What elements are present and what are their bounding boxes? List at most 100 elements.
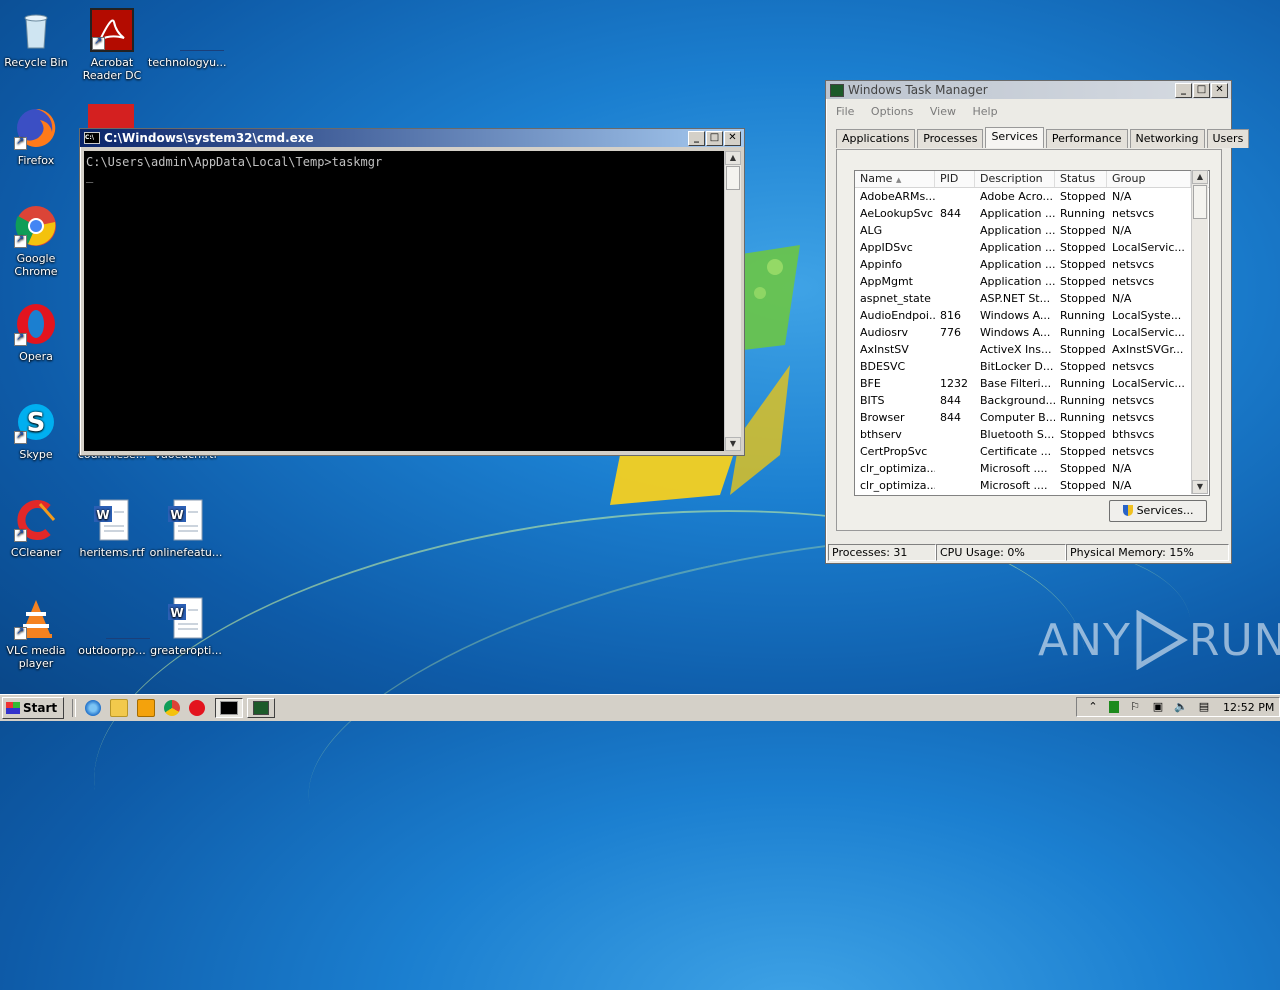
minimize-button[interactable]: _ bbox=[1175, 82, 1192, 98]
maximize-button[interactable]: □ bbox=[1193, 82, 1210, 98]
table-row[interactable]: bthserv Bluetooth S... Stopped bthsvcs bbox=[855, 426, 1209, 443]
close-button[interactable]: ✕ bbox=[1211, 82, 1228, 98]
desktop-icon-acrobat[interactable]: Acrobat Reader DC bbox=[74, 8, 150, 82]
desktop-icon-recycle-bin[interactable]: Recycle Bin bbox=[0, 8, 74, 69]
acrobat-icon bbox=[90, 8, 134, 52]
scroll-up-arrow-icon[interactable]: ▲ bbox=[725, 151, 741, 165]
start-button[interactable]: Start bbox=[2, 697, 65, 719]
column-header-pid[interactable]: PID bbox=[935, 171, 975, 187]
taskbar-taskmgr-button[interactable] bbox=[247, 698, 276, 718]
table-row[interactable]: AdobeARMs... Adobe Acro... Stopped N/A bbox=[855, 188, 1209, 205]
minimize-button[interactable]: _ bbox=[688, 130, 705, 146]
flag-icon[interactable]: ⚐ bbox=[1128, 701, 1142, 713]
menu-help[interactable]: Help bbox=[972, 105, 997, 118]
opera-icon[interactable] bbox=[189, 700, 206, 716]
anyrun-watermark: ANY RUN bbox=[1038, 610, 1280, 670]
table-row[interactable]: clr_optimiza... Microsoft .... Stopped N/A bbox=[855, 477, 1209, 494]
table-row[interactable]: BFE 1232 Base Filteri... Running LocalServic… bbox=[855, 375, 1209, 392]
column-header-description[interactable]: Description bbox=[975, 171, 1055, 187]
close-button[interactable]: ✕ bbox=[724, 130, 741, 146]
table-row[interactable]: CertPropSvc Certificate ... Stopped netsvcs bbox=[855, 443, 1209, 460]
table-row[interactable]: ALG Application ... Stopped N/A bbox=[855, 222, 1209, 239]
table-row[interactable]: AxInstSV ActiveX Ins... Stopped AxInstSVGr.… bbox=[855, 341, 1209, 358]
table-row[interactable]: AppIDSvc Application ... Stopped LocalServi… bbox=[855, 239, 1209, 256]
desktop-icon-heritems[interactable]: W heritems.rtf bbox=[74, 498, 150, 559]
column-header-name[interactable]: Name ▲ bbox=[855, 171, 935, 187]
table-row[interactable]: aspnet_state ASP.NET St... Stopped N/A bbox=[855, 290, 1209, 307]
scroll-thumb[interactable] bbox=[1193, 185, 1207, 219]
tab-applications[interactable]: Applications bbox=[836, 129, 916, 148]
desktop-icon-greateropti[interactable]: W greateropti... bbox=[148, 596, 224, 657]
table-cell: ASP.NET St... bbox=[980, 292, 1051, 305]
tab-performance[interactable]: Performance bbox=[1045, 129, 1128, 148]
desktop-icon-outdoorpp[interactable]: outdoorpp... bbox=[74, 596, 150, 657]
table-cell: Bluetooth S... bbox=[980, 428, 1055, 441]
maximize-button[interactable]: □ bbox=[706, 130, 723, 146]
table-cell: Application ... bbox=[980, 224, 1055, 237]
table-row[interactable]: BITS 844 Background... Running netsvcs bbox=[855, 392, 1209, 409]
media-player-icon[interactable] bbox=[137, 699, 156, 717]
cmd-app-icon: C:\ bbox=[84, 132, 100, 144]
printer-icon[interactable]: ▤ bbox=[1197, 701, 1211, 713]
table-row[interactable]: AudioEndpoi... 816 Windows A... Running Loca… bbox=[855, 307, 1209, 324]
taskmgr-statusbar: Processes: 31 CPU Usage: 0% Physical Mem… bbox=[828, 544, 1229, 561]
svg-text:W: W bbox=[170, 508, 183, 522]
cmd-scrollbar[interactable]: ▲ ▼ bbox=[724, 151, 741, 451]
tab-users[interactable]: Users bbox=[1206, 129, 1250, 148]
table-row[interactable]: clr_optimiza... Microsoft .... Stopped N/A bbox=[855, 460, 1209, 477]
internet-explorer-icon[interactable] bbox=[85, 700, 102, 716]
menu-options[interactable]: Options bbox=[871, 105, 913, 118]
services-scrollbar[interactable]: ▲ ▼ bbox=[1191, 170, 1208, 494]
menu-file[interactable]: File bbox=[836, 105, 854, 118]
console-output[interactable]: C:\Users\admin\AppData\Local\Temp>taskmg… bbox=[84, 151, 724, 451]
table-row[interactable]: Appinfo Application ... Stopped netsvcs bbox=[855, 256, 1209, 273]
table-row[interactable]: BDESVC BitLocker D... Stopped netsvcs bbox=[855, 358, 1209, 375]
clock[interactable]: 12:52 PM bbox=[1223, 701, 1274, 714]
scroll-down-arrow-icon[interactable]: ▼ bbox=[1192, 480, 1208, 494]
cmd-window[interactable]: C:\ C:\Windows\system32\cmd.exe _ □ ✕ C:… bbox=[79, 128, 745, 456]
cmd-titlebar[interactable]: C:\ C:\Windows\system32\cmd.exe _ □ ✕ bbox=[80, 129, 744, 147]
table-cell: AppMgmt bbox=[860, 275, 913, 288]
network-icon[interactable]: ▣ bbox=[1151, 701, 1165, 713]
desktop-icon-vlc[interactable]: VLC media player bbox=[0, 596, 74, 670]
skype-icon: S bbox=[14, 400, 58, 444]
menu-view[interactable]: View bbox=[930, 105, 956, 118]
tab-processes[interactable]: Processes bbox=[917, 129, 984, 148]
column-header-status[interactable]: Status bbox=[1055, 171, 1107, 187]
tab-services[interactable]: Services bbox=[985, 127, 1044, 148]
desktop-icon-skype[interactable]: S Skype bbox=[0, 400, 74, 461]
file-icon bbox=[164, 8, 224, 52]
desktop-icon-onlinefeatu[interactable]: W onlinefeatu... bbox=[148, 498, 224, 559]
table-cell: Browser bbox=[860, 411, 905, 424]
scroll-thumb[interactable] bbox=[726, 166, 740, 190]
show-hidden-icons-chevron-icon[interactable]: ⌃ bbox=[1086, 701, 1100, 713]
table-cell: netsvcs bbox=[1112, 411, 1155, 424]
table-row[interactable]: AeLookupSvc 844 Application ... Running nets… bbox=[855, 205, 1209, 222]
folder-icon[interactable] bbox=[110, 699, 129, 717]
table-row[interactable]: Browser 844 Computer B... Running netsvcs bbox=[855, 409, 1209, 426]
task-manager-window[interactable]: Windows Task Manager _ □ ✕ File Options … bbox=[825, 80, 1250, 564]
status-cpu: CPU Usage: 0% bbox=[936, 544, 1066, 561]
taskbar-cmd-button[interactable] bbox=[215, 698, 244, 718]
table-row[interactable]: AppMgmt Application ... Stopped netsvcs bbox=[855, 273, 1209, 290]
desktop-icon-ccleaner[interactable]: CCleaner bbox=[0, 498, 74, 559]
table-row[interactable]: Audiosrv 776 Windows A... Running LocalServi… bbox=[855, 324, 1209, 341]
desktop-icon-firefox[interactable]: Firefox bbox=[0, 106, 74, 167]
services-button[interactable]: Services... bbox=[1109, 500, 1207, 522]
taskmgr-titlebar[interactable]: Windows Task Manager _ □ ✕ bbox=[826, 81, 1231, 99]
table-cell: Stopped bbox=[1060, 224, 1106, 237]
desktop-icon-chrome[interactable]: Google Chrome bbox=[0, 204, 74, 278]
scroll-down-arrow-icon[interactable]: ▼ bbox=[725, 437, 741, 451]
tab-networking[interactable]: Networking bbox=[1129, 129, 1205, 148]
chrome-icon[interactable] bbox=[164, 700, 181, 716]
services-list[interactable]: Name ▲ PID Description Status Group Adob… bbox=[854, 170, 1210, 496]
desktop-icon-opera[interactable]: Opera bbox=[0, 302, 74, 363]
table-cell: AudioEndpoi... bbox=[860, 309, 935, 322]
table-cell: Appinfo bbox=[860, 258, 903, 271]
status-green-icon[interactable] bbox=[1109, 701, 1119, 713]
scroll-up-arrow-icon[interactable]: ▲ bbox=[1192, 170, 1208, 184]
desktop-icon-technology[interactable]: technologyu... bbox=[148, 8, 227, 69]
column-header-group[interactable]: Group bbox=[1107, 171, 1191, 187]
volume-icon[interactable]: 🔈 bbox=[1174, 701, 1188, 713]
table-cell: Computer B... bbox=[980, 411, 1055, 424]
